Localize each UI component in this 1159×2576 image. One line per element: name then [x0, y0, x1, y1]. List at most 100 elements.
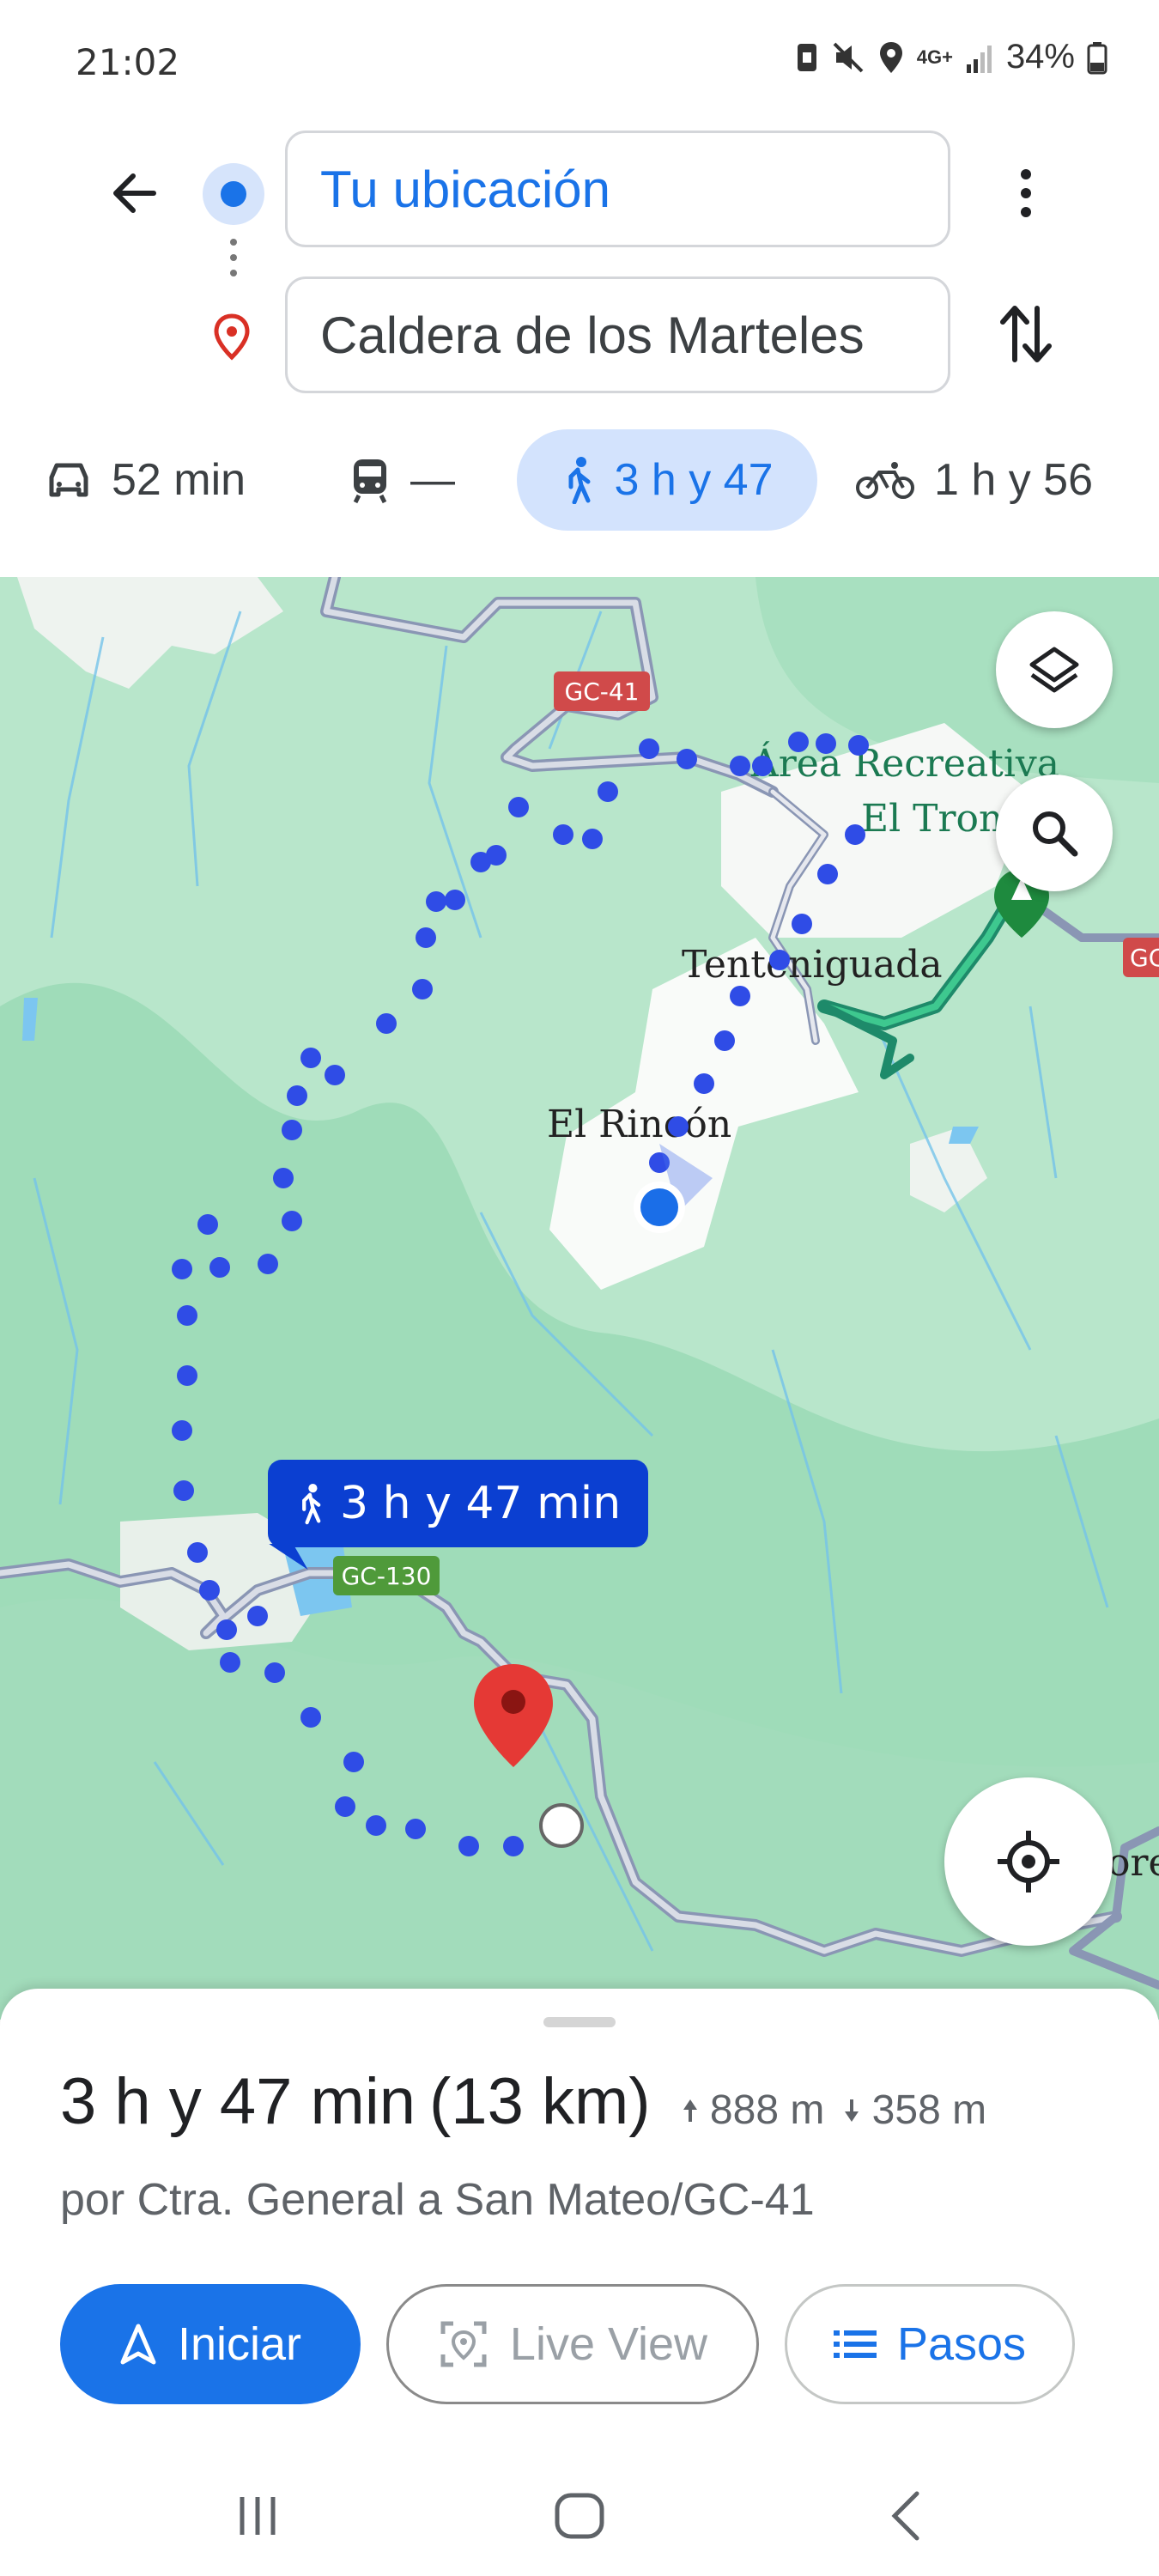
route-dot: [216, 1619, 237, 1640]
route-dot: [300, 1048, 321, 1068]
route-dot: [677, 749, 697, 769]
route-badge-label: 3 h y 47 min: [340, 1478, 622, 1529]
route-dot: [376, 1013, 397, 1034]
swap-button[interactable]: [987, 295, 1065, 373]
route-dot: [220, 1652, 240, 1673]
route-dot: [503, 1836, 524, 1856]
mode-bike-tab[interactable]: 1 h y 56: [855, 429, 1093, 531]
road-shield-gc130: GC-130: [333, 1556, 440, 1595]
place-label-ore: ore: [1107, 1841, 1159, 1885]
swap-vert-icon: [1000, 306, 1052, 362]
layers-button[interactable]: [996, 611, 1113, 728]
arrow-down-icon: [845, 2099, 859, 2122]
steps-button[interactable]: Pasos: [785, 2284, 1075, 2404]
route-connector-icon: [230, 239, 237, 276]
map-search-button[interactable]: [996, 775, 1113, 891]
car-icon: [49, 463, 88, 497]
signal-icon: [965, 40, 994, 75]
road-shield-edge: GC: [1123, 938, 1159, 977]
back-arrow-icon: [113, 173, 156, 213]
route-dot: [187, 1542, 208, 1563]
home-icon: [555, 2493, 604, 2539]
origin-dot-icon: [203, 163, 264, 225]
location-status-icon: [877, 40, 905, 75]
my-location-button[interactable]: [944, 1777, 1113, 1946]
route-dot: [639, 738, 659, 759]
start-button[interactable]: Iniciar: [60, 2284, 361, 2404]
battery-level: 34%: [1005, 38, 1075, 76]
svg-text:GC: GC: [1130, 944, 1159, 972]
route-dot: [258, 1254, 278, 1274]
route-dot: [694, 1073, 714, 1094]
status-clock: 21:02: [76, 41, 180, 83]
route-dot: [335, 1796, 355, 1817]
place-label-el-tron: El Tron: [861, 797, 1003, 841]
route-dot: [848, 735, 869, 756]
crosshair-icon: [998, 1831, 1059, 1893]
system-back-button[interactable]: [863, 2473, 949, 2559]
route-dot: [792, 914, 812, 934]
mode-bike-label: 1 h y 56: [934, 455, 1094, 505]
chevron-left-icon: [891, 2491, 919, 2541]
destination-input[interactable]: Caldera de los Marteles: [285, 276, 950, 393]
descent: 358 m: [843, 2087, 986, 2134]
place-label-el-rincon: El Rincón: [547, 1103, 731, 1146]
home-button[interactable]: [537, 2473, 622, 2559]
train-icon: [353, 459, 387, 504]
search-icon: [1033, 811, 1078, 857]
route-dot: [553, 824, 573, 845]
route-dot: [845, 824, 865, 845]
origin-input[interactable]: Tu ubicación: [285, 131, 950, 247]
route-dot: [752, 756, 773, 776]
route-dot: [287, 1085, 307, 1106]
route-duration: 3 h y 47 min: [60, 2065, 416, 2138]
route-dot: [247, 1606, 268, 1626]
recent-apps-button[interactable]: [215, 2473, 300, 2559]
route-dot: [416, 927, 436, 948]
mode-transit-label: —: [410, 455, 455, 505]
route-dot: [788, 732, 809, 752]
route-dot: [264, 1662, 285, 1683]
route-dot: [412, 979, 433, 999]
arrow-up-icon: [683, 2099, 697, 2122]
route-dot: [458, 1836, 479, 1856]
route-dot: [426, 891, 446, 912]
recents-icon: [240, 2497, 276, 2535]
live-view-icon: [440, 2321, 487, 2367]
current-location-icon: [634, 1182, 685, 1233]
route-dot: [405, 1819, 426, 1839]
live-view-button[interactable]: Live View: [386, 2284, 759, 2404]
route-dot: [172, 1420, 192, 1441]
route-duration-badge[interactable]: 3 h y 47 min: [268, 1460, 649, 1547]
route-dot: [730, 986, 750, 1006]
mode-walk-tab[interactable]: 3 h y 47: [517, 429, 817, 531]
route-dot: [273, 1168, 294, 1188]
list-icon: [833, 2330, 877, 2358]
route-dot: [714, 1030, 735, 1051]
more-options-button[interactable]: [996, 155, 1056, 232]
steps-label: Pasos: [896, 2318, 1027, 2370]
place-label-tenteniguada: Tenteniguada: [682, 943, 943, 987]
route-dot: [769, 950, 790, 970]
route-dot: [582, 829, 603, 849]
mode-car-tab[interactable]: 52 min: [45, 429, 246, 531]
mute-icon: [831, 40, 865, 75]
back-button[interactable]: [96, 155, 173, 232]
mode-walk-label: 3 h y 47: [614, 455, 774, 505]
route-dot: [172, 1259, 192, 1279]
route-summary: 3 h y 47 min (13 km) 888 m 358 m: [60, 2064, 986, 2139]
road-shield-gc41: GC-41: [554, 671, 650, 711]
route-dot: [325, 1065, 345, 1085]
more-vert-icon: [1021, 169, 1031, 217]
sim-icon: [795, 40, 819, 75]
route-dot: [282, 1120, 302, 1140]
route-dot: [508, 797, 529, 817]
mode-transit-tab[interactable]: —: [349, 429, 455, 531]
sheet-drag-handle[interactable]: [543, 2017, 616, 2027]
route-dot: [197, 1214, 218, 1235]
route-dot: [177, 1365, 197, 1386]
route-dot: [730, 756, 750, 776]
svg-text:GC-41: GC-41: [565, 677, 640, 706]
route-dot: [668, 1116, 689, 1137]
route-dot: [173, 1480, 194, 1501]
